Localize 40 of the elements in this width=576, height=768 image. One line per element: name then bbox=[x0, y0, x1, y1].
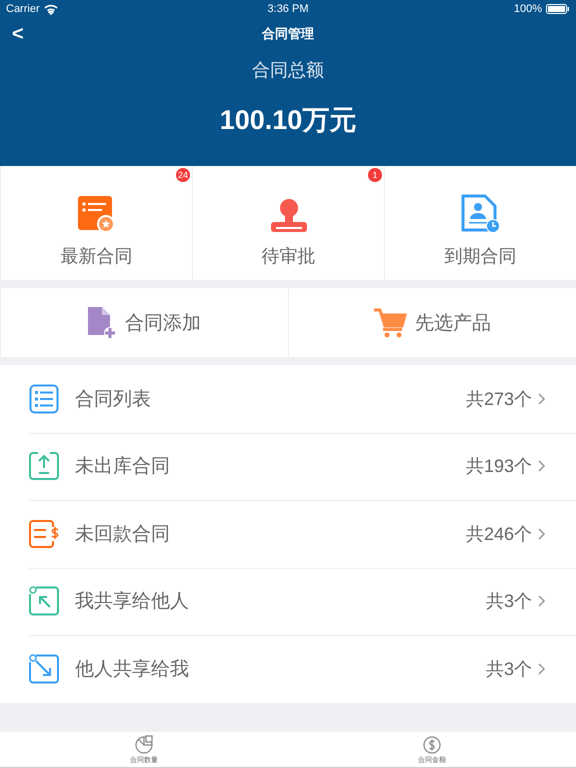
upload-icon bbox=[29, 451, 59, 482]
count-badge: 24 bbox=[176, 168, 190, 182]
pie-chart-icon bbox=[135, 734, 153, 754]
row-count: 共3个 bbox=[486, 590, 532, 614]
chevron-icon bbox=[538, 595, 546, 608]
row-label: 他人共享给我 bbox=[75, 658, 190, 682]
row-label: 我共享给他人 bbox=[75, 590, 190, 614]
back-button[interactable]: < bbox=[8, 22, 28, 46]
chevron-icon bbox=[538, 528, 546, 540]
row-label: 未出库合同 bbox=[75, 455, 171, 480]
summary-label: 合同总额 bbox=[251, 59, 325, 82]
status-time: 3:36 PM bbox=[268, 3, 308, 15]
nav-title: 合同管理 bbox=[262, 25, 314, 43]
row-count: 共273个 bbox=[466, 388, 532, 411]
chevron-icon bbox=[538, 392, 546, 405]
chevron-icon bbox=[538, 460, 546, 472]
document-plus-icon bbox=[88, 306, 117, 338]
count-badge: 1 bbox=[368, 168, 382, 182]
arrow-down-right-icon bbox=[29, 654, 59, 684]
document-clock-icon bbox=[460, 194, 500, 234]
summary-amount: 100.10万元 bbox=[218, 104, 358, 137]
document-star-icon bbox=[78, 196, 116, 234]
dollar-circle-icon bbox=[423, 734, 441, 754]
row-count: 共193个 bbox=[466, 455, 532, 478]
row-label: 未回款合同 bbox=[75, 522, 171, 547]
arrow-up-left-icon bbox=[29, 586, 59, 616]
cart-icon bbox=[374, 308, 407, 338]
battery-icon bbox=[546, 4, 570, 14]
shortcut-tile[interactable]: 待审批 1 bbox=[192, 166, 384, 280]
chevron-icon bbox=[538, 662, 546, 675]
row-count: 共3个 bbox=[486, 658, 532, 681]
carrier-label: Carrier bbox=[6, 3, 40, 15]
dollar-document-icon bbox=[29, 518, 59, 549]
wifi-icon bbox=[44, 4, 58, 14]
shortcut-tile[interactable]: 最新合同 24 bbox=[0, 166, 192, 280]
row-label: 合同列表 bbox=[75, 388, 152, 412]
list-icon bbox=[29, 384, 59, 414]
battery-percent: 100% bbox=[514, 3, 542, 15]
row-count: 共246个 bbox=[466, 522, 532, 546]
stamp-icon bbox=[270, 198, 308, 234]
